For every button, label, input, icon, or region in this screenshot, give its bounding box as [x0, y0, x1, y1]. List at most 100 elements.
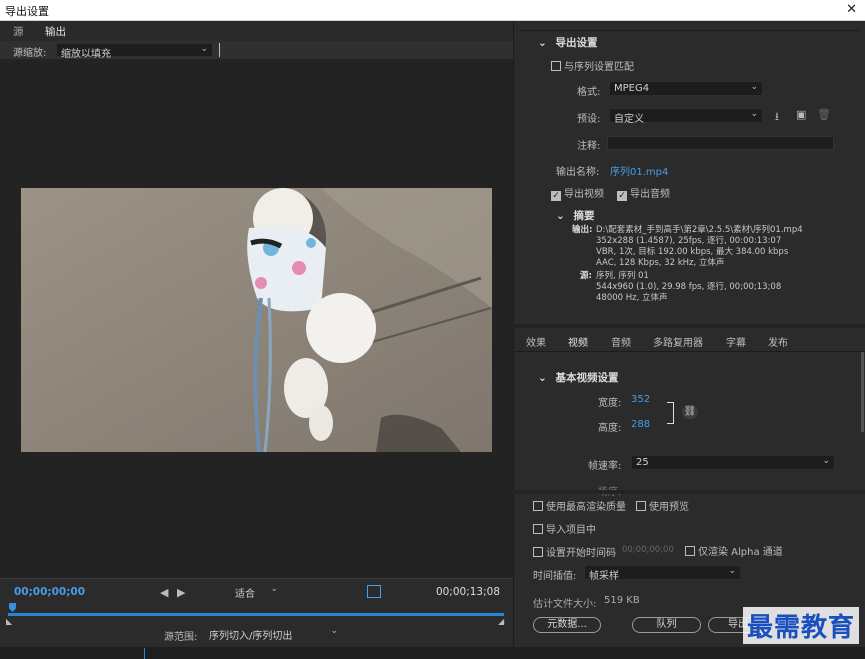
chevron-down-icon: ⌄ — [270, 584, 278, 594]
summary-source-line: 544x960 (1.0), 29.98 fps, 逐行, 00;00;13;0… — [596, 282, 782, 292]
range-dropdown[interactable]: 序列切入/序列切出 ⌄ — [205, 626, 342, 642]
bottom-strip — [0, 647, 865, 659]
preset-dropdown[interactable]: 自定义 ⌄ — [609, 108, 763, 125]
separator — [219, 43, 220, 57]
scrollbar-thumb[interactable] — [861, 352, 864, 432]
fit-dropdown[interactable]: 适合 ⌄ — [231, 584, 282, 600]
export-settings-header[interactable]: ⌄ 导出设置 — [538, 35, 597, 50]
filesize-label: 估计文件大小: — [533, 599, 597, 610]
alpha-only-checkbox[interactable]: 仅渲染 Alpha 通道 — [685, 543, 783, 558]
match-sequence-checkbox[interactable]: 与序列设置匹配 — [551, 58, 634, 73]
video-image — [21, 188, 492, 452]
tab-video[interactable]: 视频 — [568, 334, 588, 352]
width-value[interactable]: 352 — [631, 394, 650, 405]
tab-captions[interactable]: 字幕 — [726, 334, 746, 349]
interpolation-dropdown[interactable]: 帧采样 ⌄ — [584, 565, 741, 582]
format-value: MPEG4 — [614, 83, 650, 94]
chevron-down-icon: ⌄ — [750, 82, 758, 92]
checkbox-box — [533, 501, 543, 511]
divider — [513, 324, 865, 328]
timecode-field[interactable]: 00;00;00;00 — [622, 545, 674, 555]
checkbox-box — [617, 191, 627, 201]
safe-margins-icon[interactable] — [367, 585, 381, 598]
chevron-down-icon: ⌄ — [750, 109, 758, 119]
summary-source-line: 48000 Hz, 立体声 — [596, 293, 668, 303]
comment-label: 注释: — [577, 141, 601, 152]
max-quality-checkbox[interactable]: 使用最高渲染质量 — [533, 498, 626, 513]
delete-preset-icon[interactable]: 🗑 — [817, 108, 831, 121]
import-project-checkbox[interactable]: 导入项目中 — [533, 521, 596, 536]
framerate-label: 帧速率: — [588, 461, 622, 472]
watermark-logo: 最需教育 — [742, 607, 859, 644]
tab-output[interactable]: 输出 — [45, 24, 66, 42]
divider — [513, 351, 865, 352]
summary-header[interactable]: ⌄ 摘要 — [556, 208, 594, 223]
output-name-label: 输出名称: — [556, 167, 600, 178]
checkbox-box — [636, 501, 646, 511]
source-output-tabs — [0, 21, 513, 41]
summary-output-line: 352x288 (1.4587), 25fps, 逐行, 00:00:13:07 — [596, 236, 782, 246]
fit-value: 适合 — [235, 589, 255, 600]
save-preset-icon[interactable]: ⭳ — [775, 108, 779, 127]
metadata-button[interactable]: 元数据... — [533, 617, 601, 633]
video-frame — [21, 188, 492, 452]
close-icon[interactable]: ✕ — [846, 2, 857, 17]
summary-source-block: 序列, 序列 01 544x960 (1.0), 29.98 fps, 逐行, … — [596, 271, 856, 304]
checkbox-box — [533, 547, 543, 557]
chevron-down-icon: ⌄ — [822, 456, 830, 466]
height-label: 高度: — [598, 423, 622, 434]
range-label: 源范围: — [164, 632, 198, 643]
zoom-label: 源缩放: — [13, 48, 47, 59]
start-timecode-checkbox[interactable]: 设置开始时间码 — [533, 544, 616, 559]
format-label: 格式: — [577, 87, 601, 98]
summary-output-block: D:\配套素材_手到高手\第2章\2.5.5\素材\序列01.mp4 352x2… — [596, 225, 856, 269]
window-title: 导出设置 — [5, 5, 49, 18]
timeline-bar[interactable] — [8, 613, 504, 616]
height-value[interactable]: 288 — [631, 419, 650, 430]
range-start-icon[interactable]: ◣ — [6, 617, 12, 626]
checkbox-box — [551, 191, 561, 201]
checkbox-box — [533, 524, 543, 534]
timecode-out: 00;00;13;08 — [435, 586, 500, 598]
filesize-value: 519 KB — [604, 595, 640, 606]
chevron-down-icon: ⌄ — [330, 626, 338, 636]
summary-source-line: 序列, 序列 01 — [596, 271, 649, 281]
zoom-dropdown[interactable]: 缩放以填充 ⌄ — [56, 43, 213, 60]
interpolation-value: 帧采样 — [589, 571, 619, 582]
mark-in-icon[interactable]: ◀ — [160, 586, 168, 599]
summary-output-line: D:\配套素材_手到高手\第2章\2.5.5\素材\序列01.mp4 — [596, 225, 803, 235]
mark-out-icon[interactable]: ▶ — [177, 586, 185, 599]
output-name-link[interactable]: 序列01.mp4 — [610, 163, 668, 178]
aspect-bracket — [667, 402, 674, 424]
title-bar — [0, 0, 865, 21]
summary-output-line: AAC, 128 Kbps, 32 kHz, 立体声 — [596, 258, 725, 268]
link-icon[interactable]: ⛓ — [682, 405, 698, 419]
framerate-dropdown[interactable]: 25 ⌄ — [631, 455, 835, 470]
checkbox-box — [551, 61, 561, 71]
basic-video-header[interactable]: ⌄ 基本视频设置 — [538, 370, 618, 385]
tab-multiplexer[interactable]: 多路复用器 — [653, 334, 703, 349]
sequence-playhead — [144, 648, 145, 659]
tab-audio[interactable]: 音频 — [611, 334, 631, 349]
comment-input[interactable] — [607, 136, 834, 150]
preset-label: 预设: — [577, 114, 601, 125]
chevron-down-icon: ⌄ — [200, 44, 208, 54]
chevron-down-icon: ⌄ — [728, 566, 736, 576]
export-audio-checkbox[interactable]: 导出音频 — [617, 185, 670, 201]
chevron-down-icon: ⌄ — [556, 210, 565, 222]
format-dropdown[interactable]: MPEG4 ⌄ — [609, 81, 763, 96]
export-video-checkbox[interactable]: 导出视频 — [551, 185, 604, 201]
use-preview-checkbox[interactable]: 使用预览 — [636, 498, 689, 513]
tab-publish[interactable]: 发布 — [768, 334, 788, 349]
import-preset-icon[interactable]: ▣ — [796, 108, 806, 121]
tab-effects[interactable]: 效果 — [526, 334, 546, 349]
tab-source[interactable]: 源 — [13, 24, 24, 39]
summary-output-label: 输出: — [572, 225, 593, 235]
width-label: 宽度: — [598, 398, 622, 409]
queue-button[interactable]: 队列 — [632, 617, 701, 633]
summary-source-label: 源: — [580, 271, 592, 281]
range-value: 序列切入/序列切出 — [209, 631, 293, 642]
divider — [519, 30, 859, 31]
timecode-in[interactable]: 00;00;00;00 — [14, 586, 85, 598]
range-end-icon[interactable]: ◢ — [498, 617, 504, 626]
